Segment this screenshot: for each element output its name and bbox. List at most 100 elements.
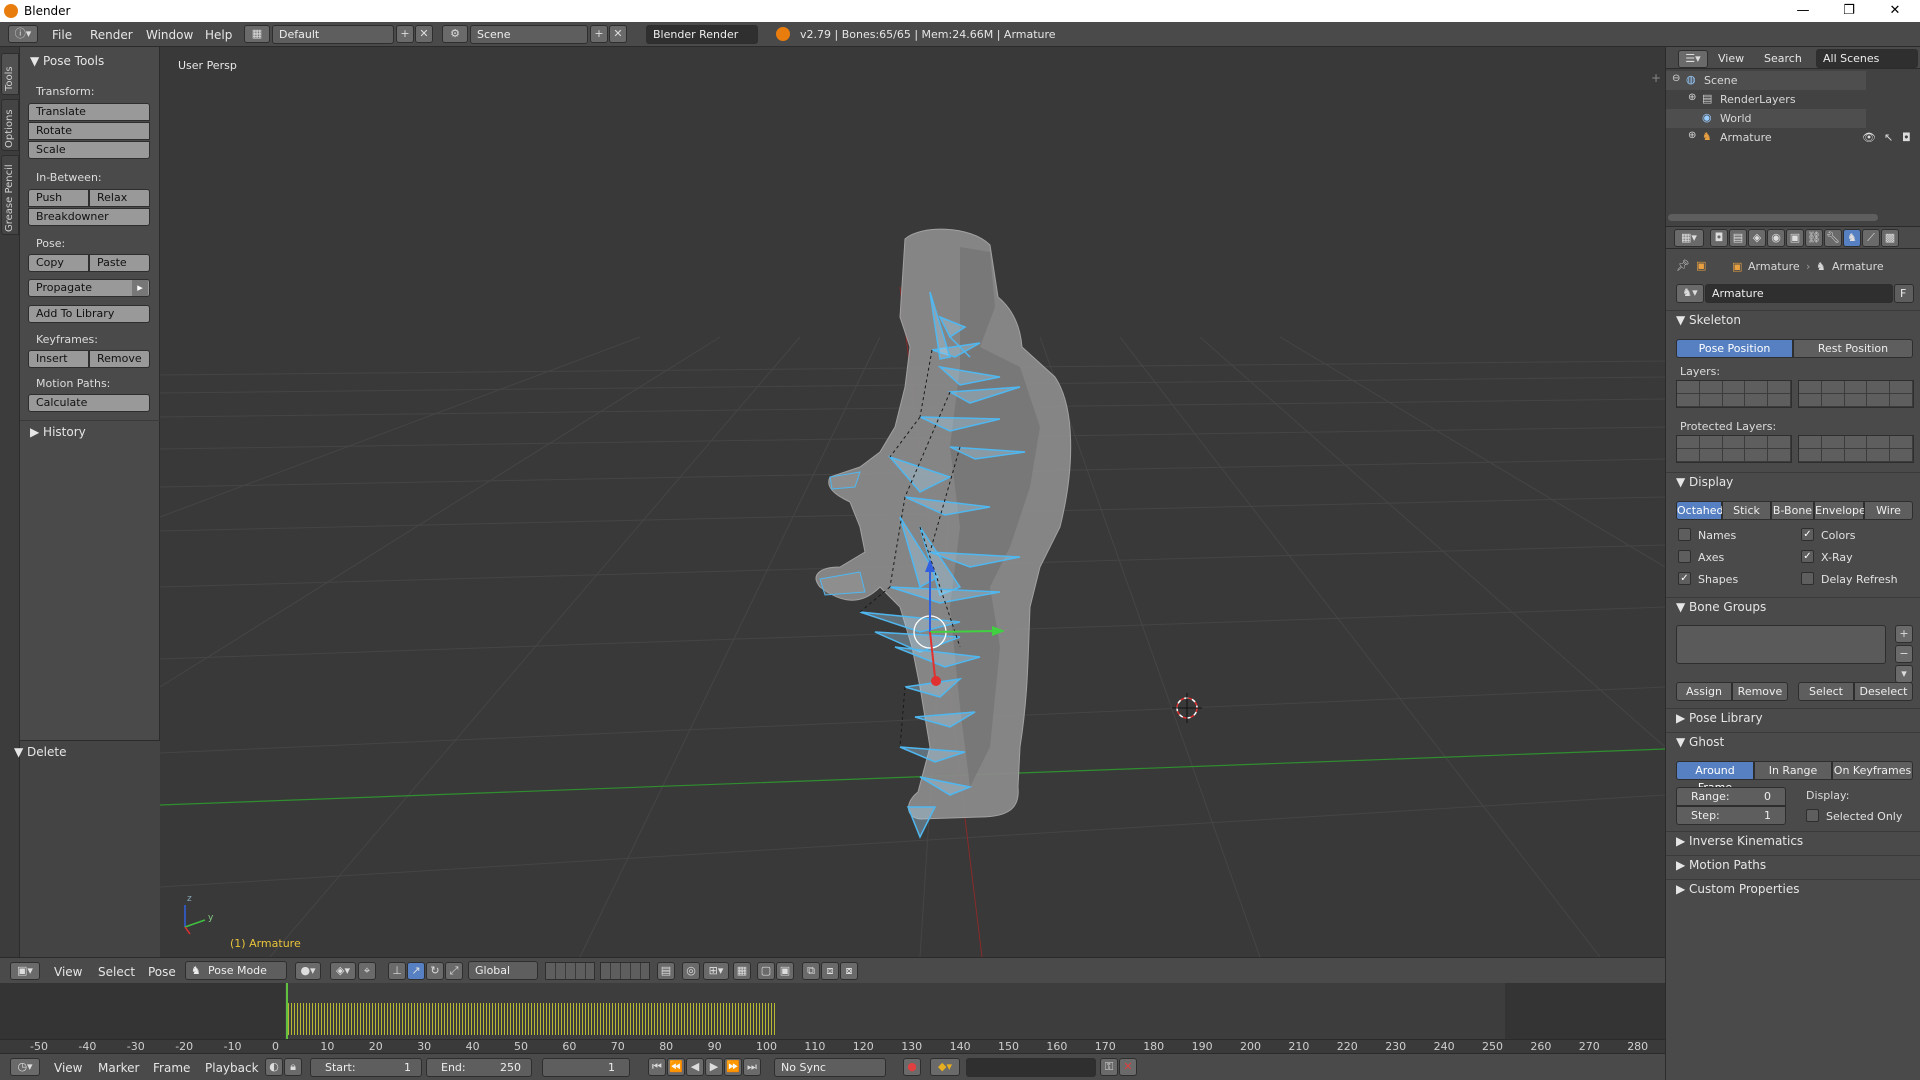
armature-datablock-icon[interactable]: ♞▾: [1676, 284, 1704, 303]
fake-user-button[interactable]: F: [1894, 284, 1914, 303]
pose-library-panel-header[interactable]: ▶ Pose Library: [1676, 711, 1763, 725]
pose-tools-header[interactable]: ▼ Pose Tools: [30, 54, 104, 68]
relax-button[interactable]: Relax: [89, 189, 150, 207]
ghost-range-field[interactable]: Range: 0: [1676, 787, 1786, 806]
mode-select[interactable]: ♞ Pose Mode: [185, 961, 287, 980]
scene-icon[interactable]: ⚙: [442, 25, 468, 43]
tab-options[interactable]: Options: [1, 99, 19, 151]
auto-keying-icon[interactable]: ●: [903, 1058, 921, 1076]
bone-context-icon[interactable]: ⟋: [1862, 229, 1880, 247]
calculate-paths-button[interactable]: Calculate: [28, 394, 150, 412]
editor-type-timeline-icon[interactable]: ◷▾: [10, 1058, 40, 1076]
tab-grease-pencil[interactable]: Grease Pencil: [1, 155, 19, 235]
history-panel-header[interactable]: ▶ History: [30, 425, 86, 439]
custom-properties-panel-header[interactable]: ▶ Custom Properties: [1676, 882, 1799, 896]
armature-render-camera-icon[interactable]: ◘: [1902, 131, 1911, 144]
remove-from-bone-group-button[interactable]: Remove: [1732, 682, 1788, 701]
add-bone-group-icon[interactable]: +: [1895, 625, 1913, 643]
menu-select[interactable]: Select: [98, 965, 135, 979]
assign-bone-group-button[interactable]: Assign: [1676, 682, 1732, 701]
rotate-button[interactable]: Rotate: [28, 122, 150, 140]
breakdowner-button[interactable]: Breakdowner: [28, 208, 150, 226]
rotate-manipulator-icon[interactable]: ↻: [426, 962, 444, 980]
display-octahedral[interactable]: Octahed: [1676, 501, 1723, 520]
paste-pose-icon[interactable]: ⧈: [821, 962, 839, 980]
manipulator-icon[interactable]: ⊥: [388, 962, 406, 980]
ghost-on-keyframes[interactable]: On Keyframes: [1832, 761, 1913, 780]
lock-time-cursor-icon[interactable]: 🔒︎: [284, 1058, 302, 1076]
translate-manipulator-icon[interactable]: ↗: [407, 962, 425, 980]
copy-pose-button[interactable]: Copy: [28, 254, 89, 272]
render-context-icon[interactable]: ◘: [1710, 229, 1728, 247]
display-stick[interactable]: Stick: [1722, 501, 1771, 520]
skeleton-panel-header[interactable]: ▼ Skeleton: [1676, 313, 1741, 327]
armature-data-context-icon[interactable]: ♞: [1843, 229, 1861, 247]
outliner-scrollbar[interactable]: [1668, 214, 1878, 221]
deselect-bone-group-button[interactable]: Deselect: [1854, 682, 1913, 701]
start-frame-field[interactable]: Start: 1: [310, 1058, 422, 1077]
editor-type-3d-view-icon[interactable]: ▣▾: [10, 962, 40, 980]
minimize-button[interactable]: —: [1780, 0, 1826, 22]
proportional-edit-icon[interactable]: ◎: [682, 962, 700, 980]
sync-mode-select[interactable]: No Sync: [774, 1058, 886, 1077]
translate-button[interactable]: Translate: [28, 103, 150, 121]
armature-visibility-eye-icon[interactable]: 👁︎: [1862, 131, 1876, 144]
insert-keyframe-icon[interactable]: ⚿: [1100, 1058, 1118, 1076]
layers-row-1[interactable]: [545, 962, 595, 980]
layers-row-2[interactable]: [600, 962, 650, 980]
ghost-in-range[interactable]: In Range: [1754, 761, 1832, 780]
display-wire[interactable]: Wire: [1864, 501, 1913, 520]
paste-flipped-pose-icon[interactable]: ⧇: [840, 962, 858, 980]
add-to-library-button[interactable]: Add To Library: [28, 305, 150, 323]
display-bbone[interactable]: B-Bone: [1771, 501, 1814, 520]
screen-layout-field[interactable]: Default: [272, 25, 394, 44]
timeline-menu-playback[interactable]: Playback: [205, 1061, 259, 1075]
protected-layers-group-1[interactable]: [1676, 435, 1792, 463]
add-scene-icon[interactable]: +: [590, 25, 608, 43]
timeline-menu-frame[interactable]: Frame: [153, 1061, 190, 1075]
render-engine-select[interactable]: Blender Render: [646, 25, 758, 44]
restore-button[interactable]: ❐: [1826, 0, 1872, 22]
snap-element-icon[interactable]: ⊞▾: [703, 962, 729, 980]
bone-groups-list[interactable]: [1676, 625, 1886, 664]
inverse-kinematics-panel-header[interactable]: ▶ Inverse Kinematics: [1676, 834, 1803, 848]
motion-paths-panel-header[interactable]: ▶ Motion Paths: [1676, 858, 1766, 872]
end-frame-field[interactable]: End: 250: [426, 1058, 532, 1077]
delay-refresh-checkbox[interactable]: [1801, 572, 1814, 585]
active-keying-set-field[interactable]: [966, 1058, 1096, 1077]
armature-select-arrow-icon[interactable]: ↖: [1884, 131, 1893, 144]
bone-groups-panel-header[interactable]: ▼ Bone Groups: [1676, 600, 1766, 614]
paste-pose-button[interactable]: Paste: [89, 254, 150, 272]
add-layout-icon[interactable]: +: [396, 25, 414, 43]
names-checkbox[interactable]: [1678, 528, 1691, 541]
keyframe-markers[interactable]: [288, 1003, 776, 1035]
menu-file[interactable]: File: [52, 28, 72, 42]
menu-pose[interactable]: Pose: [148, 965, 176, 979]
colors-checkbox[interactable]: ✓: [1801, 528, 1814, 541]
keying-set-icon[interactable]: ◆▾: [930, 1058, 960, 1076]
armature-datablock-name[interactable]: Armature: [1705, 284, 1893, 303]
menu-view[interactable]: View: [54, 965, 82, 979]
shapes-checkbox[interactable]: ✓: [1678, 572, 1691, 585]
camera-render-icon[interactable]: ▣: [776, 962, 794, 980]
remove-layout-icon[interactable]: ✕: [415, 25, 433, 43]
copy-pose-icon[interactable]: ⧉: [802, 962, 820, 980]
protected-layers-group-2[interactable]: [1798, 435, 1914, 463]
delete-operator-header[interactable]: ▼ Delete: [14, 745, 66, 759]
screen-layout-icon[interactable]: ▦: [244, 25, 270, 43]
remove-bone-group-icon[interactable]: −: [1895, 645, 1913, 663]
selected-only-checkbox[interactable]: [1806, 809, 1819, 822]
use-preview-range-icon[interactable]: ◐: [265, 1058, 283, 1076]
rest-position-button[interactable]: Rest Position: [1793, 339, 1913, 358]
play-icon[interactable]: ▶: [705, 1058, 723, 1076]
world-context-icon[interactable]: ◉: [1767, 229, 1785, 247]
scene-context-icon[interactable]: ◈: [1748, 229, 1766, 247]
tab-tools[interactable]: Tools: [1, 53, 19, 95]
jump-end-icon[interactable]: ⏭: [743, 1058, 761, 1076]
viewport-shading-icon[interactable]: ●▾: [295, 962, 321, 980]
close-button[interactable]: ✕: [1872, 0, 1918, 22]
ghost-around-frame[interactable]: Around Frame: [1676, 761, 1754, 794]
timeline-editor[interactable]: -50 -40 -30 -20 -10 0 10 20 30 40 50 60 70 80 90 100 110…: [0, 983, 1665, 1053]
outliner-row-armature[interactable]: ⊕ ♞ Armature: [1666, 128, 1866, 147]
outliner-menu-view[interactable]: View: [1718, 52, 1744, 65]
